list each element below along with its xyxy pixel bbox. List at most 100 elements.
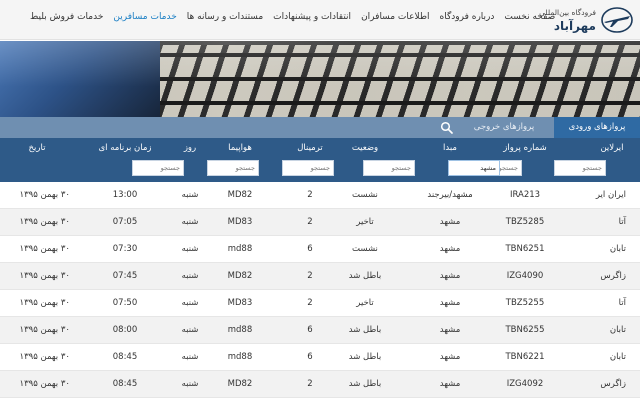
nav-ticket-sales[interactable]: خدمات فروش بلیط (30, 8, 103, 26)
terminal-cell: 2 (307, 271, 313, 281)
airline-cell: زاگرس (600, 271, 626, 281)
col-date: تاریخ (28, 143, 46, 153)
nav-home[interactable]: صفحه نخست (504, 8, 555, 26)
day-cell: شنبه (181, 325, 199, 335)
filter-status-input[interactable] (363, 160, 415, 176)
status-cell: نشست (352, 190, 378, 200)
status-cell: تاخیر (356, 217, 374, 227)
origin-cell: مشهد (439, 298, 461, 308)
flight-tabs: پروازهای ورودی داخلی پروازهای خروجی داخل… (0, 117, 640, 153)
table-row[interactable]: ایران ایر IRA213 مشهد/بیرجند نشست 2 MD82… (0, 182, 640, 209)
aircraft-cell: MD83 (227, 217, 253, 227)
date-cell: ۳۰ بهمن ۱۳۹۵ (19, 271, 70, 281)
nav-media[interactable]: مستندات و رسانه ها (187, 8, 263, 26)
search-icon[interactable] (440, 121, 454, 135)
date-cell: ۳۰ بهمن ۱۳۹۵ (19, 190, 70, 200)
filter-day-input[interactable] (132, 160, 184, 176)
terminal-cell: 2 (307, 190, 313, 200)
col-scheduled-time: زمان برنامه ای (98, 143, 152, 153)
day-cell: شنبه (181, 352, 199, 362)
flight-number-cell: TBN6221 (505, 352, 545, 362)
status-cell: تاخیر (356, 298, 374, 308)
flight-number-cell: TBN6251 (505, 244, 545, 254)
time-cell: 07:45 (112, 271, 138, 281)
date-cell: ۳۰ بهمن ۱۳۹۵ (19, 298, 70, 308)
flight-number-cell: TBN6255 (505, 325, 545, 335)
time-cell: 08:45 (112, 379, 138, 389)
date-cell: ۳۰ بهمن ۱۳۹۵ (19, 352, 70, 362)
table-row[interactable]: آتا TBZ5285 مشهد تاخیر 2 MD83 شنبه 07:05… (0, 209, 640, 236)
origin-cell: مشهد (439, 217, 461, 227)
date-cell: ۳۰ بهمن ۱۳۹۵ (19, 217, 70, 227)
flight-number-cell: TBZ5255 (505, 298, 545, 308)
status-cell: باطل شد (348, 325, 382, 335)
aircraft-cell: MD82 (227, 271, 253, 281)
flight-number-cell: TBZ5285 (505, 217, 545, 227)
flight-number-cell: IRA213 (509, 190, 541, 200)
status-cell: باطل شد (348, 352, 382, 362)
hero-banner (0, 41, 640, 117)
col-flight-number: شماره پرواز (503, 143, 547, 153)
nav-about-airport[interactable]: درباره فرودگاه (440, 8, 495, 26)
day-cell: شنبه (181, 271, 199, 281)
filter-origin-input[interactable] (448, 160, 500, 176)
flights-table-header: ایرلاین شماره پرواز مبدا وضعیت ترمینال ه… (0, 138, 640, 182)
aircraft-cell: md88 (227, 244, 253, 254)
filter-aircraft-input[interactable] (207, 160, 259, 176)
filter-airline-input[interactable] (554, 160, 606, 176)
day-cell: شنبه (181, 379, 199, 389)
col-origin: مبدا (443, 143, 457, 153)
tab-domestic-arrivals[interactable]: پروازهای ورودی داخلی (554, 117, 640, 153)
flights-table-body: ایران ایر IRA213 مشهد/بیرجند نشست 2 MD82… (0, 182, 640, 400)
aircraft-cell: md88 (227, 325, 253, 335)
flight-number-cell: IZG4092 (506, 379, 544, 389)
airplane-logo-icon (601, 7, 633, 33)
time-cell: 07:50 (112, 298, 138, 308)
table-row[interactable]: تابان TBN6251 مشهد نشست 6 md88 شنبه 07:3… (0, 236, 640, 263)
terminal-cell: 6 (307, 352, 313, 362)
date-cell: ۳۰ بهمن ۱۳۹۵ (19, 244, 70, 254)
tab-domestic-departures[interactable]: پروازهای خروجی داخلی (458, 117, 550, 153)
filter-terminal-input[interactable] (282, 160, 334, 176)
day-cell: شنبه (181, 217, 199, 227)
origin-cell: مشهد (439, 379, 461, 389)
time-cell: 13:00 (112, 190, 138, 200)
time-cell: 07:05 (112, 217, 138, 227)
status-cell: باطل شد (348, 271, 382, 281)
origin-cell: مشهد (439, 352, 461, 362)
origin-cell: مشهد/بیرجند (427, 190, 473, 200)
col-terminal: ترمینال (297, 143, 323, 153)
date-cell: ۳۰ بهمن ۱۳۹۵ (19, 325, 70, 335)
airline-cell: تابان (609, 352, 626, 362)
nav-passenger-services[interactable]: خدمات مسافرین (113, 8, 176, 26)
terminal-cell: 6 (307, 244, 313, 254)
status-cell: نشست (352, 244, 378, 254)
table-row[interactable]: تابان TBN6221 مشهد باطل شد 6 md88 شنبه 0… (0, 344, 640, 371)
table-row[interactable]: زاگرس IZG4090 مشهد باطل شد 2 MD82 شنبه 0… (0, 263, 640, 290)
col-status: وضعیت (351, 143, 379, 153)
nav-feedback[interactable]: انتقادات و پیشنهادات (273, 8, 351, 26)
origin-cell: مشهد (439, 271, 461, 281)
date-cell: ۳۰ بهمن ۱۳۹۵ (19, 379, 70, 389)
aircraft-cell: MD82 (227, 190, 253, 200)
aircraft-cell: MD82 (227, 379, 253, 389)
table-row[interactable]: آتا TBZ5255 مشهد تاخیر 2 MD83 شنبه 07:50… (0, 290, 640, 317)
day-cell: شنبه (181, 244, 199, 254)
airline-cell: تابان (609, 244, 626, 254)
origin-cell: مشهد (439, 244, 461, 254)
day-cell: شنبه (181, 190, 199, 200)
terminal-cell: 2 (307, 298, 313, 308)
table-row[interactable]: تابان TBN6255 مشهد باطل شد 6 md88 شنبه 0… (0, 317, 640, 344)
time-cell: 08:00 (112, 325, 138, 335)
table-row[interactable]: زاگرس IZG4092 مشهد باطل شد 2 MD82 شنبه 0… (0, 371, 640, 398)
aircraft-cell: MD83 (227, 298, 253, 308)
airline-cell: زاگرس (600, 379, 626, 389)
time-cell: 07:30 (112, 244, 138, 254)
airline-cell: تابان (609, 325, 626, 335)
nav-passenger-info[interactable]: اطلاعات مسافران (361, 8, 429, 26)
terminal-cell: 6 (307, 325, 313, 335)
airline-cell: آتا (618, 217, 626, 227)
col-aircraft: هواپیما (228, 143, 252, 153)
aircraft-cell: md88 (227, 352, 253, 362)
status-cell: باطل شد (348, 379, 382, 389)
